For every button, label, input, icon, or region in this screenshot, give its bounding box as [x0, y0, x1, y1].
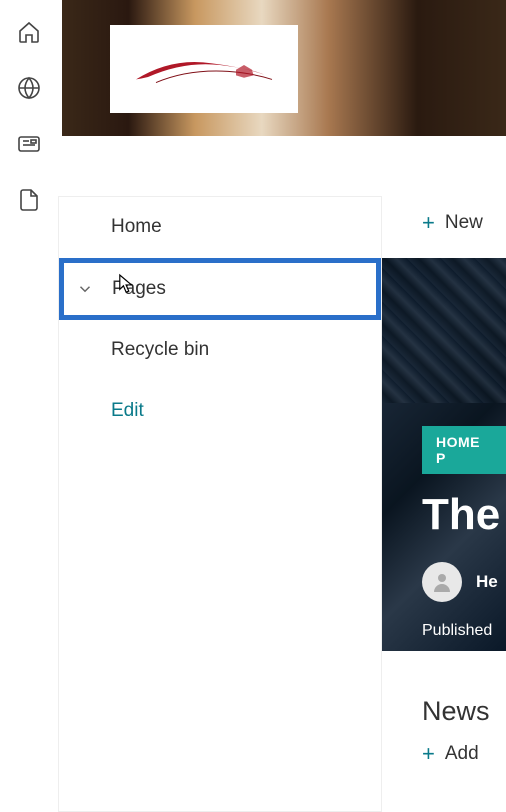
hero-title: The: [422, 490, 506, 540]
avatar: [422, 562, 462, 602]
author-name: He: [476, 572, 498, 592]
nav-pages-label: Pages: [112, 278, 166, 299]
site-navigation: Home Pages Recycle bin Edit: [58, 196, 382, 812]
add-button[interactable]: + Add: [422, 741, 506, 767]
hero-section: HOME P The He Published: [382, 258, 506, 651]
published-label: Published: [422, 622, 506, 640]
new-button-label: New: [445, 212, 483, 234]
globe-icon[interactable]: [17, 76, 41, 100]
news-heading: News: [422, 696, 506, 727]
plus-icon: +: [422, 741, 435, 767]
nav-recycle-bin[interactable]: Recycle bin: [59, 320, 381, 381]
site-banner: [62, 0, 506, 136]
nav-edit[interactable]: Edit: [59, 381, 381, 442]
home-icon[interactable]: [17, 20, 41, 44]
author-row: He: [422, 562, 506, 602]
add-button-label: Add: [445, 743, 479, 765]
category-badge: HOME P: [422, 426, 506, 474]
nav-pages[interactable]: Pages: [59, 258, 381, 321]
content-area: Home Pages Recycle bin Edit + New HOME P…: [58, 0, 506, 812]
app-rail: [0, 0, 58, 812]
new-button[interactable]: + New: [382, 196, 506, 250]
chevron-down-icon: [76, 280, 94, 298]
site-logo[interactable]: [110, 25, 298, 113]
news-icon[interactable]: [17, 132, 41, 156]
nav-home[interactable]: Home: [59, 197, 381, 258]
file-icon[interactable]: [17, 188, 41, 212]
news-section: News + Add: [422, 696, 506, 767]
plus-icon: +: [422, 210, 435, 236]
page-content: + New HOME P The He Published News + Add: [382, 196, 506, 250]
